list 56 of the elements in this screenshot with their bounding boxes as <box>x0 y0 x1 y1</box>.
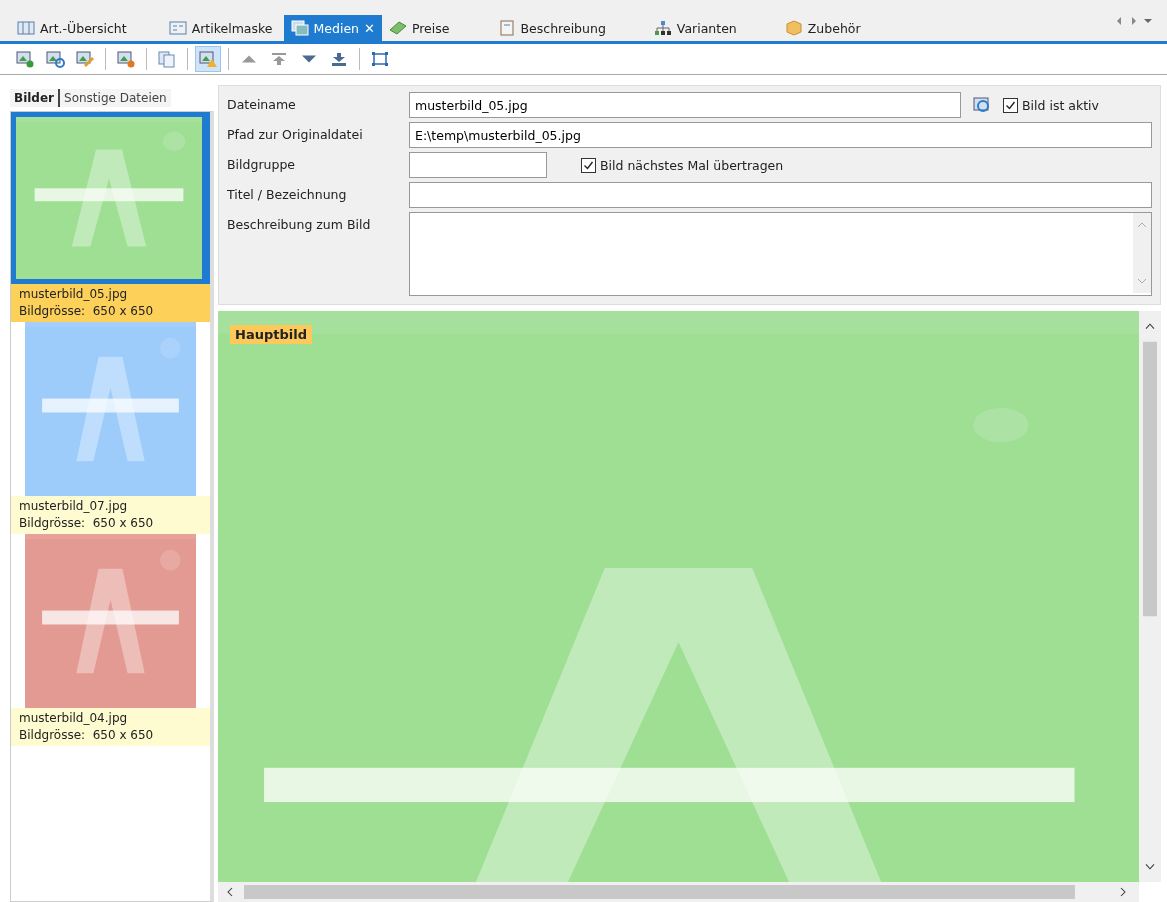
tab[interactable]: Medien ✕ <box>283 15 382 41</box>
copy-icon <box>157 50 177 68</box>
tab[interactable]: Zubehör <box>777 15 868 41</box>
image-size: Bildgrösse: 650 x 650 <box>19 727 155 744</box>
arrow-down-icon <box>302 55 316 63</box>
sub-tab[interactable]: Sonstige Dateien <box>60 89 171 107</box>
file-name: musterbild_05.jpg <box>19 286 129 303</box>
file-name: musterbild_04.jpg <box>19 710 129 727</box>
main-image-badge: Hauptbild <box>230 325 312 344</box>
input-field[interactable]: musterbild_05.jpg <box>409 92 961 118</box>
input-field[interactable] <box>409 182 1152 208</box>
hierarchy-icon <box>653 20 672 36</box>
toolbar-button[interactable] <box>195 46 221 72</box>
banknote-icon <box>388 20 407 36</box>
field-label: Bildgruppe <box>227 156 296 174</box>
image-size: Bildgrösse: 650 x 650 <box>19 303 155 320</box>
field-label: Titel / Bezeichnung <box>227 186 348 204</box>
checkbox[interactable] <box>581 157 596 173</box>
tab[interactable]: Preise <box>381 15 457 41</box>
tab[interactable]: Varianten <box>646 15 744 41</box>
thumbnail-caption[interactable]: musterbild_07.jpg Bildgrösse: 650 x 650 <box>11 496 210 534</box>
scrollbar-icon <box>1133 213 1151 293</box>
checkbox-label: Bild nächstes Mal übertragen <box>600 157 784 173</box>
image-refresh-icon <box>45 50 65 68</box>
input-field[interactable] <box>409 152 547 178</box>
horizontal-scrollbar[interactable] <box>218 882 1139 902</box>
move-to-bottom-icon <box>329 50 349 68</box>
image-remove-icon <box>116 50 136 68</box>
field-label: Beschreibung zum Bild <box>227 216 372 234</box>
arrow-up-icon <box>242 55 256 63</box>
image-add-icon <box>15 50 35 68</box>
vertical-scrollbar[interactable] <box>1139 311 1161 882</box>
form-icon <box>168 20 187 36</box>
checkbox-label: Bild ist aktiv <box>1022 97 1099 113</box>
fit-frame-icon <box>370 50 390 68</box>
field-label: Dateiname <box>227 96 297 114</box>
file-name: musterbild_07.jpg <box>19 498 129 515</box>
sub-tab[interactable]: Bilder <box>10 89 61 107</box>
tab[interactable]: Artikelmaske <box>161 15 280 41</box>
tab[interactable]: Beschreibung <box>490 15 613 41</box>
image-edit-icon <box>75 50 95 68</box>
tab[interactable]: Art.-Übersicht <box>10 15 134 41</box>
table-icon <box>17 20 35 36</box>
checkbox[interactable] <box>1003 97 1018 113</box>
document-icon <box>497 20 516 36</box>
thumbnail-caption[interactable]: musterbild_05.jpg Bildgrösse: 650 x 650 <box>11 284 210 322</box>
input-field[interactable]: E:\temp\musterbild_05.jpg <box>409 122 1152 148</box>
close-icon[interactable]: ✕ <box>364 20 375 36</box>
image-warning-icon <box>198 50 218 68</box>
field-label: Pfad zur Originaldatei <box>227 126 364 144</box>
thumbnail-caption[interactable]: musterbild_04.jpg Bildgrösse: 650 x 650 <box>11 708 210 746</box>
move-to-top-icon <box>269 50 289 68</box>
box-icon <box>784 20 803 36</box>
image-size: Bildgrösse: 650 x 650 <box>19 515 155 532</box>
image-stack-icon <box>290 20 309 36</box>
text-area[interactable] <box>409 212 1152 296</box>
